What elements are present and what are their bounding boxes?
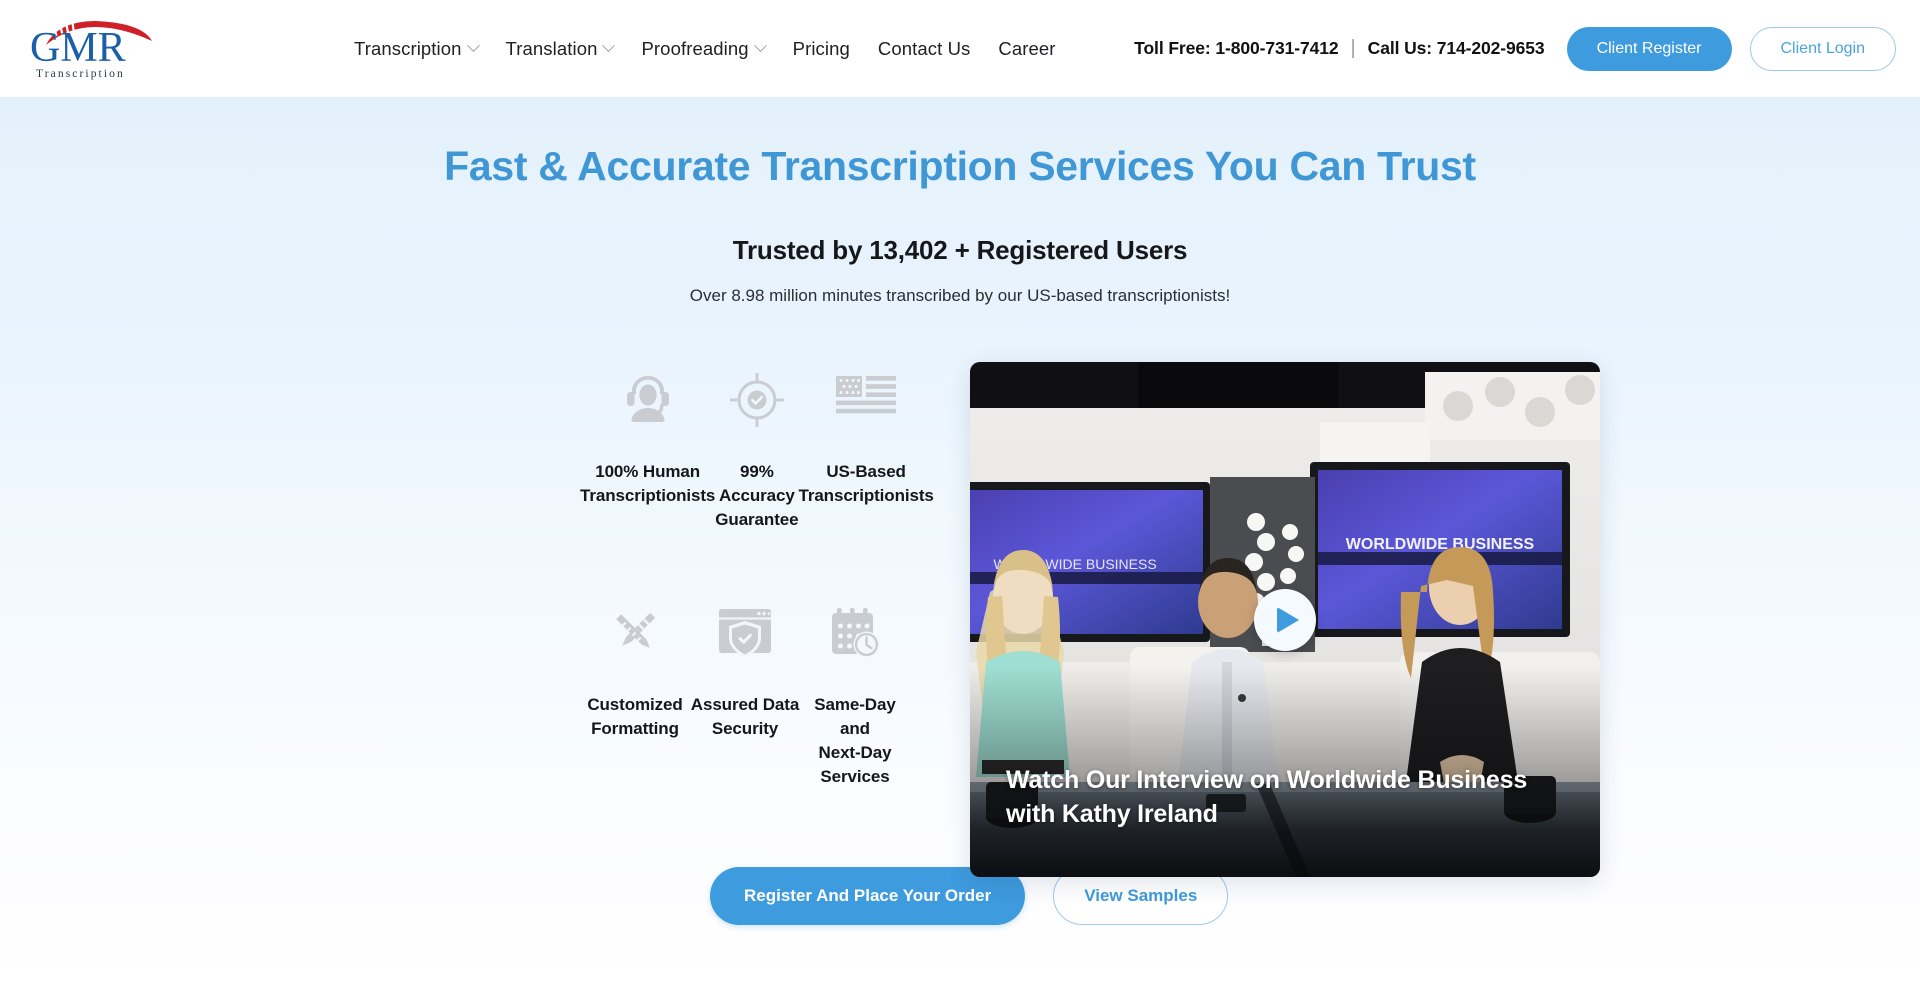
site-header: GMR Transcription Transcription Translat… — [0, 0, 1920, 97]
nav-item-contact-us[interactable]: Contact Us — [864, 38, 985, 60]
nav-label-contact-us: Contact Us — [877, 37, 971, 59]
feature-label-line1: Assured Data — [690, 694, 800, 714]
cta-buttons: Register And Place Your Order View Sampl… — [710, 867, 1229, 926]
nav-item-career[interactable]: Career — [984, 38, 1069, 60]
feature-label-line2: Security — [711, 718, 779, 738]
feature-us-based: US-Based Transcriptionists — [798, 362, 934, 532]
hero-section: Fast & Accurate Transcription Services Y… — [0, 97, 1920, 993]
svg-text:GMR: GMR — [30, 25, 126, 71]
phone-separator: | — [1350, 37, 1356, 59]
chevron-down-icon — [753, 39, 767, 53]
call-us-number[interactable]: Call Us: 714-202-9653 — [1368, 38, 1545, 59]
hero-content: 100% Human Transcriptionists 99% Accurac… — [0, 362, 1920, 926]
video-caption: Watch Our Interview on Worldwide Busines… — [1006, 765, 1528, 828]
play-icon — [1277, 606, 1299, 633]
feature-label-line1: Same-Day and — [814, 694, 896, 738]
feature-label-line2: Transcriptionists — [580, 486, 716, 506]
hero-note: Over 8.98 million minutes transcribed by… — [689, 286, 1231, 306]
chevron-down-icon — [466, 39, 480, 53]
feature-label-line1: Customized — [587, 694, 683, 714]
nav-label-proofreading: Proofreading — [641, 37, 749, 59]
contact-numbers: Toll Free: 1-800-731-7412 | Call Us: 714… — [1134, 37, 1544, 60]
svg-text:WORLDWIDE BUSINESS: WORLDWIDE BUSINESS — [1346, 536, 1535, 553]
client-register-button[interactable]: Client Register — [1566, 26, 1732, 71]
feature-label-line1: 100% Human — [595, 462, 701, 482]
us-flag-icon — [798, 362, 933, 438]
client-login-button[interactable]: Client Login — [1749, 26, 1896, 71]
feature-label-line1: US-Based — [826, 462, 906, 482]
feature-human-transcriptionists: 100% Human Transcriptionists — [580, 362, 715, 532]
logo-link[interactable]: GMR Transcription — [0, 15, 200, 83]
browser-shield-icon — [690, 595, 800, 671]
nav-item-proofreading[interactable]: Proofreading — [627, 38, 778, 60]
play-button[interactable] — [1254, 588, 1316, 651]
feature-label-line1: 99% Accuracy — [719, 462, 795, 506]
nav-item-translation[interactable]: Translation — [492, 38, 628, 60]
feature-accuracy-guarantee: 99% Accuracy Guarantee — [715, 362, 799, 532]
video-column: WORLDWIDE BUSINESS WORLDWIDE BUSINESS Wa… — [970, 362, 1600, 925]
feature-data-security: Assured Data Security — [690, 595, 800, 790]
svg-text:Transcription: Transcription — [36, 68, 125, 80]
nav-label-pricing: Pricing — [792, 37, 850, 59]
feature-label-line2: Formatting — [591, 718, 679, 738]
gmr-logo: GMR Transcription — [24, 15, 172, 83]
main-navigation: Transcription Translation Proofreading P… — [340, 38, 1070, 60]
nav-label-translation: Translation — [505, 37, 598, 59]
features-row-1: 100% Human Transcriptionists 99% Accurac… — [580, 362, 934, 532]
nav-item-transcription[interactable]: Transcription — [340, 38, 492, 60]
feature-customized-formatting: Customized Formatting — [580, 595, 690, 790]
calendar-clock-icon — [800, 595, 910, 671]
headset-agent-icon — [580, 362, 715, 438]
feature-same-day-services: Same-Day and Next-Day Services — [800, 595, 910, 790]
features-column: 100% Human Transcriptionists 99% Accurac… — [320, 362, 1229, 926]
feature-label-line2: Next-Day Services — [818, 742, 892, 786]
video-thumbnail-card[interactable]: WORLDWIDE BUSINESS WORLDWIDE BUSINESS Wa… — [970, 362, 1600, 878]
toll-free-number[interactable]: Toll Free: 1-800-731-7412 — [1134, 38, 1338, 59]
feature-label-line2: Transcriptionists — [798, 486, 934, 506]
pencil-ruler-icon — [580, 595, 690, 671]
page-title: Fast & Accurate Transcription Services Y… — [444, 143, 1476, 189]
nav-item-pricing[interactable]: Pricing — [779, 38, 864, 60]
hero-subtitle: Trusted by 13,402 + Registered Users — [732, 235, 1188, 266]
features-row-2: Customized Formatting Assured Data Secur… — [580, 595, 910, 790]
header-actions: Toll Free: 1-800-731-7412 | Call Us: 714… — [1134, 26, 1920, 71]
target-check-icon — [715, 362, 798, 438]
nav-label-career: Career — [998, 37, 1056, 59]
feature-label-line2: Guarantee — [715, 510, 799, 530]
nav-label-transcription: Transcription — [354, 37, 462, 59]
chevron-down-icon — [602, 39, 616, 53]
